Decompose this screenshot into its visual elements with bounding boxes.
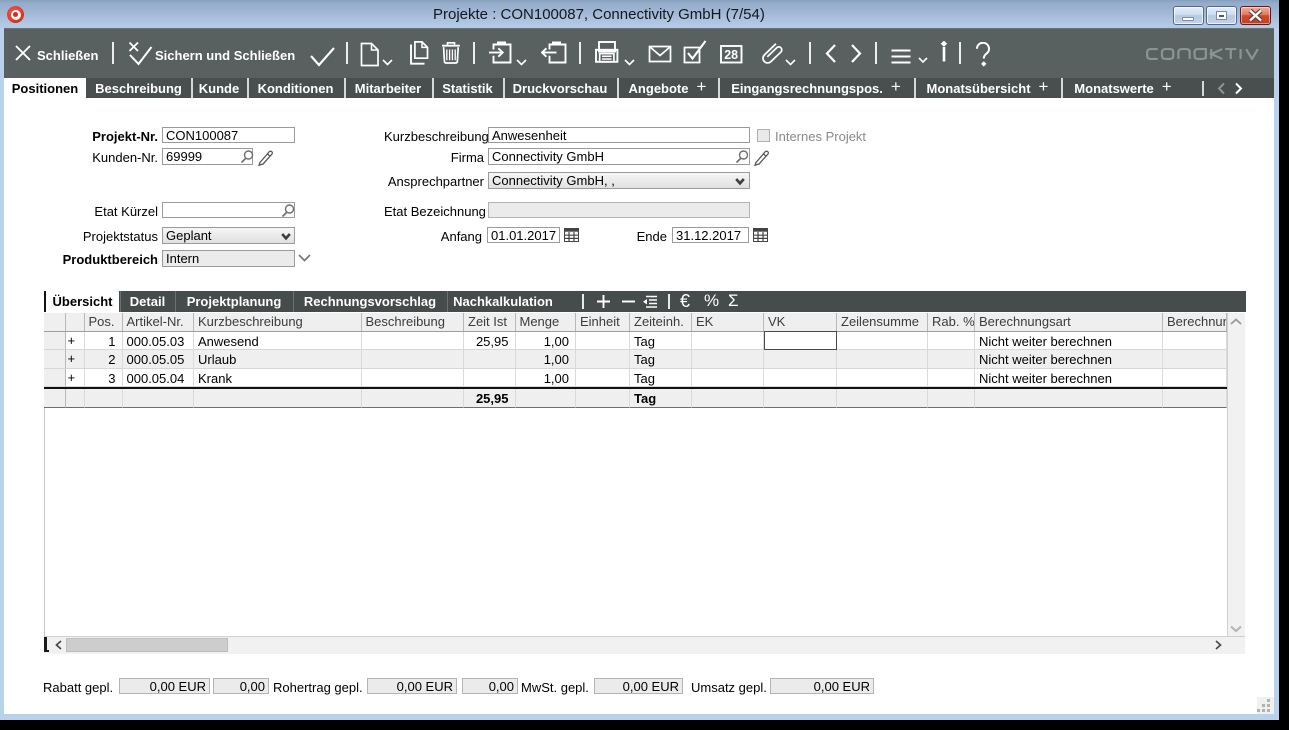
svg-text:28: 28 <box>724 48 738 62</box>
